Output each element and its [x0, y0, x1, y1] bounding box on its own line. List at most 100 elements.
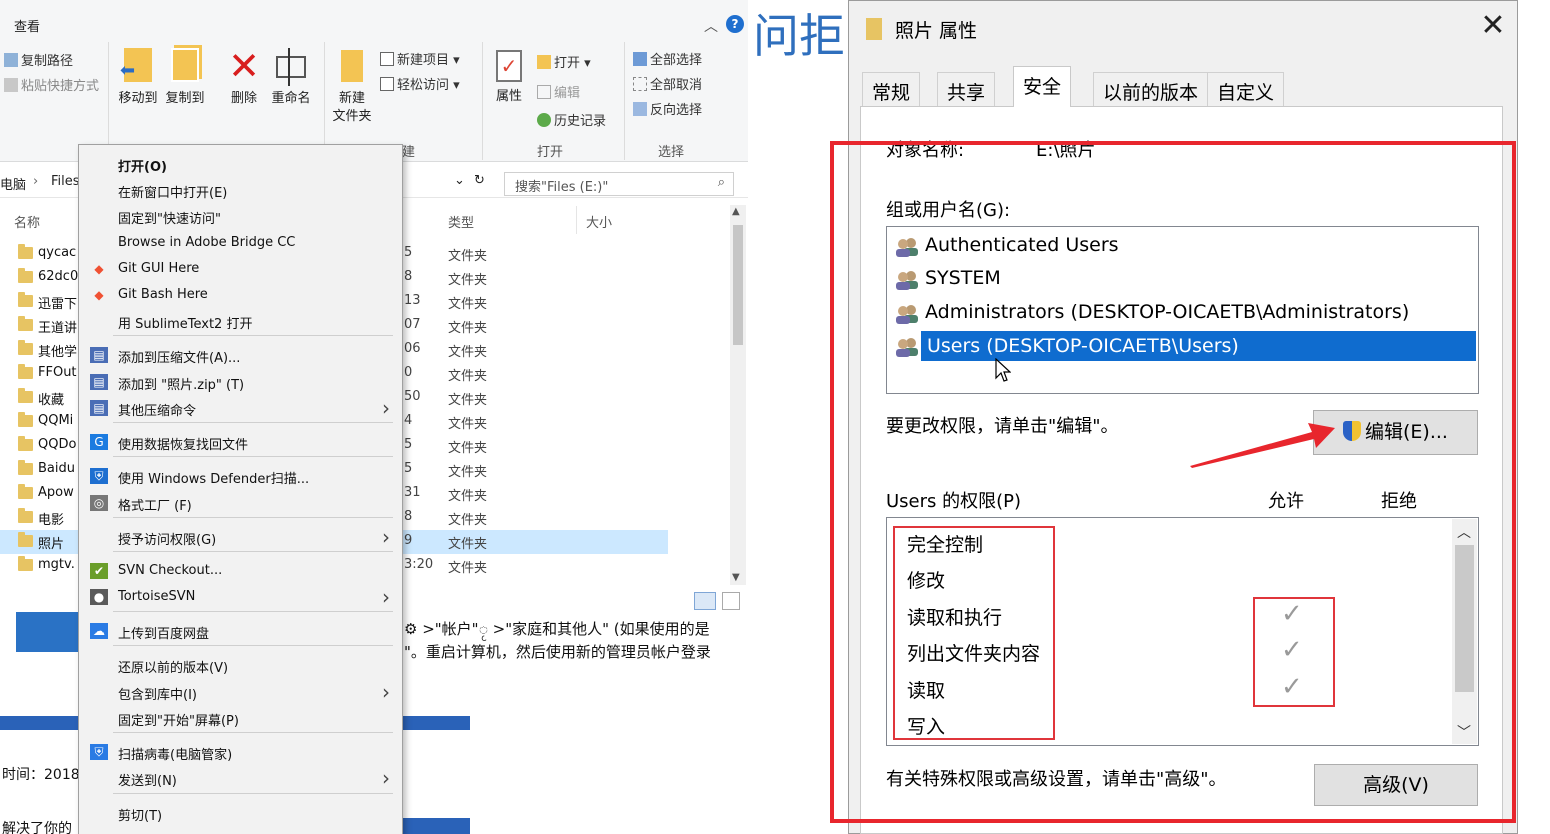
baidu-netdisk-icon: ☁ [90, 623, 108, 639]
column-header-name[interactable]: 名称 [14, 212, 40, 231]
menu-separator [113, 611, 393, 612]
rename-button[interactable]: 重命名 [268, 48, 314, 108]
file-name: 照片 [38, 537, 65, 552]
close-button[interactable]: ✕ [1474, 8, 1512, 46]
tab-general[interactable]: 常规 [862, 72, 921, 106]
copy-to-button[interactable]: 复制到 [165, 48, 205, 108]
menu-item-17[interactable]: 还原以前的版本(V) [79, 652, 402, 678]
menu-item-19[interactable]: 固定到"开始"屏幕(P) [79, 705, 402, 731]
menu-item-10[interactable]: G 使用数据恢复找回文件 [79, 429, 402, 455]
rename-icon [276, 48, 306, 86]
file-list-scroll-thumb[interactable] [733, 225, 743, 345]
large-icons-view-icon[interactable] [722, 592, 740, 610]
blue-strip [400, 818, 470, 834]
menu-item-label: Browse in Adobe Bridge CC [118, 235, 296, 250]
move-to-icon: ⬅ [120, 48, 152, 82]
move-to-button[interactable]: ⬅ 移动到 [118, 48, 158, 108]
folder-icon [18, 244, 33, 259]
menu-item-label: 格式工厂 (F) [118, 499, 192, 514]
edit-ribbon-button[interactable]: 编辑 [537, 82, 580, 101]
tab-customize[interactable]: 自定义 [1207, 72, 1285, 106]
menu-item-16[interactable]: ☁ 上传到百度网盘 [79, 618, 402, 644]
menu-item-label: 包含到库中(I) [118, 688, 197, 703]
dialog-title: 照片 属性 [895, 20, 978, 42]
menu-separator [113, 422, 393, 423]
folder-icon [18, 436, 33, 451]
menu-item-3[interactable]: Browse in Adobe Bridge CC [79, 230, 402, 256]
delete-button[interactable]: ✕ 删除 [224, 46, 264, 108]
new-folder-button[interactable]: 新建 文件夹 [330, 50, 374, 126]
annotation-allow-box [1253, 597, 1335, 707]
menu-item-5[interactable]: ◆ Git Bash Here [79, 282, 402, 308]
menu-item-15[interactable]: ● TortoiseSVN › [79, 584, 402, 610]
tab-security[interactable]: 安全 [1013, 66, 1072, 107]
menu-item-21[interactable]: 发送到(N) › [79, 765, 402, 791]
menu-item-1[interactable]: 在新窗口中打开(E) [79, 177, 402, 203]
menu-item-13[interactable]: 授予访问权限(G) › [79, 524, 402, 550]
menu-item-0[interactable]: 打开(O) [79, 151, 402, 177]
file-name: 电影 [38, 513, 65, 528]
open-button[interactable]: 打开 ▾ [537, 52, 591, 71]
menu-item-label: 在新窗口中打开(E) [118, 186, 228, 201]
menu-item-14[interactable]: ✔ SVN Checkout... [79, 558, 402, 584]
select-all-button[interactable]: 全部选择 [633, 49, 702, 68]
tab-previous-versions[interactable]: 以前的版本 [1093, 72, 1209, 106]
tab-sharing[interactable]: 共享 [937, 72, 996, 106]
collapse-ribbon-chevron-icon[interactable]: ︿ [704, 16, 718, 36]
easy-access-button[interactable]: 轻松访问 ▾ [380, 74, 460, 93]
properties-button[interactable]: ✓ 属性 [490, 50, 528, 106]
help-icon[interactable]: ? [726, 15, 744, 33]
menu-item-6[interactable]: 用 SublimeText2 打开 [79, 308, 402, 334]
select-none-button[interactable]: 全部取消 [633, 74, 702, 93]
search-input[interactable]: 搜索"Files (E:)" ⌕ [504, 172, 734, 196]
git-bash-icon: ◆ [94, 288, 104, 302]
breadcrumb-files[interactable]: Files [51, 174, 80, 189]
ribbon-divider [482, 42, 483, 160]
menu-item-20[interactable]: ⛨ 扫描病毒(电脑管家) [79, 739, 402, 765]
paste-shortcut-button[interactable]: 粘贴快捷方式 [4, 75, 99, 94]
tab-view[interactable]: 查看 [14, 16, 40, 35]
details-view-icon[interactable] [694, 592, 716, 610]
file-type: 文件夹 [448, 537, 488, 552]
menu-item-4[interactable]: ◆ Git GUI Here [79, 256, 402, 282]
copy-path-button[interactable]: 复制路径 [4, 50, 73, 69]
refresh-icon[interactable]: ↻ [474, 173, 485, 188]
folder-icon [18, 292, 33, 307]
menu-item-label: 其他压缩命令 [118, 404, 197, 419]
menu-item-8[interactable]: ▤ 添加到 "照片.zip" (T) [79, 369, 402, 395]
archive-icon: ▤ [90, 347, 108, 363]
menu-separator [113, 645, 393, 646]
menu-item-11[interactable]: ⛨ 使用 Windows Defender扫描... [79, 463, 402, 489]
address-dropdown-icon[interactable]: ⌄ [454, 173, 465, 188]
menu-item-label: Git GUI Here [118, 261, 200, 276]
copy-to-icon [171, 48, 199, 82]
folder-icon [18, 484, 33, 499]
menu-item-22[interactable]: 剪切(T) [79, 800, 402, 826]
data-recovery-icon: G [90, 434, 108, 450]
file-type: 文件夹 [448, 273, 488, 288]
breadcrumb-computer[interactable]: 电脑 [0, 174, 26, 193]
new-item-button[interactable]: 新建项目 ▾ [380, 49, 460, 68]
right-edge-background [1520, 0, 1550, 834]
menu-item-9[interactable]: ▤ 其他压缩命令 › [79, 395, 402, 421]
invert-selection-button[interactable]: 反向选择 [633, 99, 702, 118]
menu-item-12[interactable]: ◎ 格式工厂 (F) [79, 490, 402, 516]
menu-item-2[interactable]: 固定到"快速访问" [79, 203, 402, 229]
menu-item-18[interactable]: 包含到库中(I) › [79, 679, 402, 705]
file-type: 文件夹 [448, 465, 488, 480]
history-button[interactable]: 历史记录 [537, 110, 606, 129]
edit-pencil-icon [537, 85, 551, 99]
column-header-size[interactable]: 大小 [586, 212, 612, 231]
menu-item-label: 添加到压缩文件(A)... [118, 351, 241, 366]
menu-separator [113, 335, 393, 336]
menu-item-7[interactable]: ▤ 添加到压缩文件(A)... [79, 342, 402, 368]
column-header-type[interactable]: 类型 [448, 212, 474, 231]
menu-item-label: 剪切(T) [118, 809, 163, 824]
scroll-up-arrow-icon[interactable]: ▲ [732, 206, 740, 217]
scroll-down-arrow-icon[interactable]: ▼ [732, 572, 740, 583]
annotation-permissions-box [893, 526, 1055, 740]
format-factory-icon: ◎ [90, 495, 108, 511]
menu-separator [113, 732, 393, 733]
ribbon-divider [324, 42, 325, 160]
article-line-2: "。重启计算机，然后使用新的管理员帐户登录 [404, 643, 711, 661]
